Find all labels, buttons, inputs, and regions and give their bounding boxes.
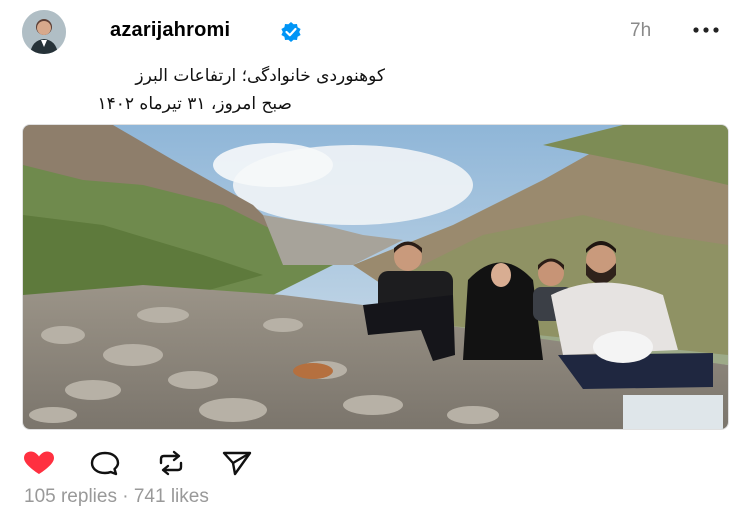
avatar[interactable]: [22, 10, 66, 54]
post-time: 7h: [630, 20, 652, 41]
post-stats: 105 replies · 741 likes: [24, 486, 209, 508]
likes-count[interactable]: 741 likes: [134, 486, 209, 507]
caption-line-1: کوهنوردی خانوادگی؛ ارتفاعات البرز: [135, 66, 385, 86]
comment-bubble-icon[interactable]: [88, 450, 122, 476]
more-horizontal-icon[interactable]: [690, 18, 724, 38]
heart-icon[interactable]: [22, 450, 56, 476]
replies-count[interactable]: 105 replies: [24, 486, 117, 507]
repost-icon[interactable]: [154, 450, 188, 476]
stats-separator: ·: [116, 486, 134, 507]
username[interactable]: azarijahromi: [110, 19, 230, 42]
send-icon[interactable]: [220, 450, 254, 476]
caption-line-2: صبح امروز، ۳۱ تیرماه ۱۴۰۲: [97, 94, 292, 114]
verified-badge-icon: [280, 21, 302, 43]
post-photo[interactable]: [22, 124, 729, 430]
